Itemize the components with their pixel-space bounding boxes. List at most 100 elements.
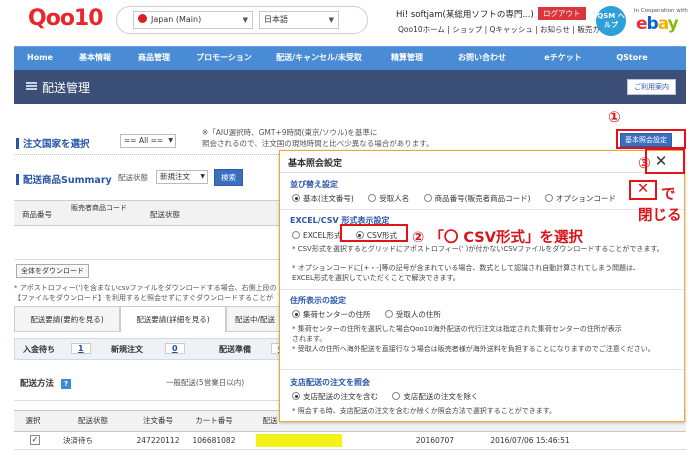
divider (280, 289, 684, 290)
summary-section-title: 配送商品Summary (16, 172, 112, 186)
chevron-down-icon: ▼ (200, 173, 205, 180)
chevron-down-icon: ▼ (328, 16, 334, 24)
basic-settings-dialog: 基本照会設定 ✕ 並び替え設定 基本(注文番号) 受取人名 商品番号(販売者商品… (279, 150, 685, 422)
row-status: 決済待ち (63, 436, 93, 445)
tab-summary-view[interactable]: 配送要請(要約を見る) (14, 306, 120, 332)
country-section-title: 注文国家を選択 (16, 136, 90, 150)
address-options: 集荷センターの住所 受取人の住所 (292, 309, 453, 320)
general-shipping-label: 一般配送(5営業日以内) (166, 378, 245, 387)
main-nav: Home 基本情報 商品管理 プロモーション 配送/キャンセル/未受取 精算管理… (14, 46, 686, 70)
branch-section-title: 支店配送の注文を照会 (290, 378, 370, 387)
sort-option-option-code[interactable]: オプションコード (544, 193, 616, 204)
col-ship-status: 配送状態 (78, 416, 108, 425)
row-time: 2016/07/06 15:46:51 (490, 436, 570, 445)
separator (14, 154, 279, 155)
chevron-down-icon: ▼ (168, 137, 173, 144)
nav-item-basic-info[interactable]: 基本情報 (66, 47, 124, 70)
page-title: 配送管理 (42, 81, 91, 95)
country-language-box: Japan (Main) ▼ 日本語 ▼ (116, 6, 368, 34)
divider (280, 369, 684, 370)
nav-item-inquiry[interactable]: お問い合わせ (440, 47, 524, 70)
qoo10-logo[interactable]: Qoo10 (28, 6, 104, 34)
tab-detail-view[interactable]: 配送要請(詳細を見る) (120, 306, 226, 332)
close-tail: で (661, 187, 676, 203)
nav-item-eticket[interactable]: eチケット (524, 47, 602, 70)
country-filter-select[interactable]: == All == ▼ (120, 134, 176, 148)
nav-item-qstore[interactable]: QStore (602, 47, 662, 70)
radio-icon (292, 194, 300, 202)
branch-option-include[interactable]: 支店配送の注文を含む (292, 391, 378, 402)
download-note-1: * アポストロフィー(')を含まないcsvファイルをダウンロードする場合、右側上… (14, 284, 277, 292)
download-all-button[interactable]: 全体をダウンロード (16, 264, 89, 278)
radio-icon (423, 194, 432, 202)
summary-table-header: 商品番号 販売者商品コード 配送状態 (14, 200, 279, 226)
sort-section-title: 並び替え設定 (290, 180, 338, 189)
close-mark: ✕ (637, 181, 650, 197)
greeting-text: Hi! softjam(某総用ソフトの専門...) (396, 10, 534, 20)
row-order-no[interactable]: 247220112 (132, 432, 184, 449)
help-icon[interactable]: ? (60, 379, 71, 389)
search-button[interactable]: 検索 (214, 169, 243, 186)
radio-icon (544, 194, 553, 202)
nav-item-home[interactable]: Home (14, 47, 66, 70)
list-icon (26, 82, 37, 91)
divider (280, 209, 684, 210)
radio-icon (384, 310, 393, 318)
guide-button[interactable]: ご利用案内 (627, 79, 676, 95)
address-note-1b: されます。 (292, 335, 327, 343)
sort-options: 基本(注文番号) 受取人名 商品番号(販売者商品コード) オプションコード (292, 193, 628, 204)
pending-label: 入金待ち (23, 345, 55, 354)
radio-icon (292, 392, 300, 400)
col-product-no: 商品番号 (22, 210, 52, 219)
table-row[interactable]: ✓ 決済待ち 247220112 106681082 20160707 2016… (14, 432, 686, 450)
nav-item-promotion[interactable]: プロモーション (184, 47, 264, 70)
ebay-logo: ebay (636, 14, 679, 34)
new-order-count-link[interactable]: 0 (165, 343, 185, 354)
row-cart-no[interactable]: 106681082 (186, 432, 242, 449)
address-option-recipient[interactable]: 受取人の住所 (384, 309, 441, 320)
page-title-bar: 配送管理 ご利用案内 (14, 70, 686, 104)
csv-note-3: EXCEL形式を選択していただくことで解決できます。 (292, 274, 460, 282)
country-select[interactable]: Japan (Main) ▼ (133, 11, 253, 29)
shipping-method-divider (14, 400, 279, 401)
top-links[interactable]: Qoo10ホーム | ショップ | Qキャッシュ | お知らせ | 販売ガイド (398, 24, 615, 35)
col-seller-code: 販売者商品コード (71, 204, 127, 212)
sort-option-product[interactable]: 商品番号(販売者商品コード) (423, 193, 531, 204)
col-status: 配送状態 (150, 210, 180, 219)
step2-highlight (340, 224, 408, 242)
format-option-excel[interactable]: EXCEL形式 (292, 230, 342, 241)
country-note-2: 照会されるので、注文国の現地時間と比べ少異なる場合があります。 (202, 139, 434, 148)
col-cart-no: カート番号 (195, 416, 233, 425)
radio-icon (368, 194, 377, 202)
close-text: 閉じる (638, 208, 682, 224)
dialog-title: 基本照会設定 (288, 159, 343, 169)
language-select[interactable]: 日本語 ▼ (259, 11, 339, 29)
logout-button[interactable]: ログアウト (538, 7, 586, 20)
basic-settings-button[interactable]: 基本照会設定 (620, 133, 672, 147)
col-select: 選択 (25, 416, 41, 425)
qsm-help-button[interactable]: QSM ヘルプ (596, 6, 626, 36)
sort-option-recipient[interactable]: 受取人名 (368, 193, 409, 204)
dialog-header: 基本照会設定 ✕ (280, 151, 684, 173)
branch-option-exclude[interactable]: 支店配送の注文を除く (392, 391, 478, 402)
address-section-title: 住所表示の設定 (290, 296, 346, 305)
radio-icon (392, 392, 401, 400)
summary-table-body (14, 226, 279, 260)
status-counts: 入金待ち 1 新規注文 0 配送準備 0 (14, 338, 291, 360)
csv-note-2: * オプションコードに[+・-]等の記号が含まれている場合、数式として認識され自… (292, 264, 640, 272)
address-option-center[interactable]: 集荷センターの住所 (292, 309, 371, 320)
japan-flag-icon (138, 14, 147, 23)
shipping-method-label: 配送方法 ? (20, 377, 71, 389)
pending-count-link[interactable]: 1 (71, 343, 91, 354)
country-note-1: ※「AIU選択時、GMT+9時間(東京/ソウル)を基準に (202, 128, 378, 137)
sort-option-basic[interactable]: 基本(注文番号) (292, 193, 354, 204)
nav-item-settlement[interactable]: 精算管理 (374, 47, 440, 70)
nav-item-shipping[interactable]: 配送/キャンセル/未受取 (264, 47, 374, 70)
row-checkbox[interactable]: ✓ (30, 435, 40, 445)
address-note-1: * 集荷センターの住所を選択した場合Qoo10海外配送の代行注文は指定された集荷… (292, 325, 622, 333)
status-select[interactable]: 新規注文 ▼ (156, 170, 208, 184)
row-highlight (256, 434, 342, 447)
step3-highlight (645, 148, 685, 174)
nav-item-products[interactable]: 商品管理 (124, 47, 184, 70)
tab-in-transit[interactable]: 配送中/配送 (226, 306, 286, 332)
